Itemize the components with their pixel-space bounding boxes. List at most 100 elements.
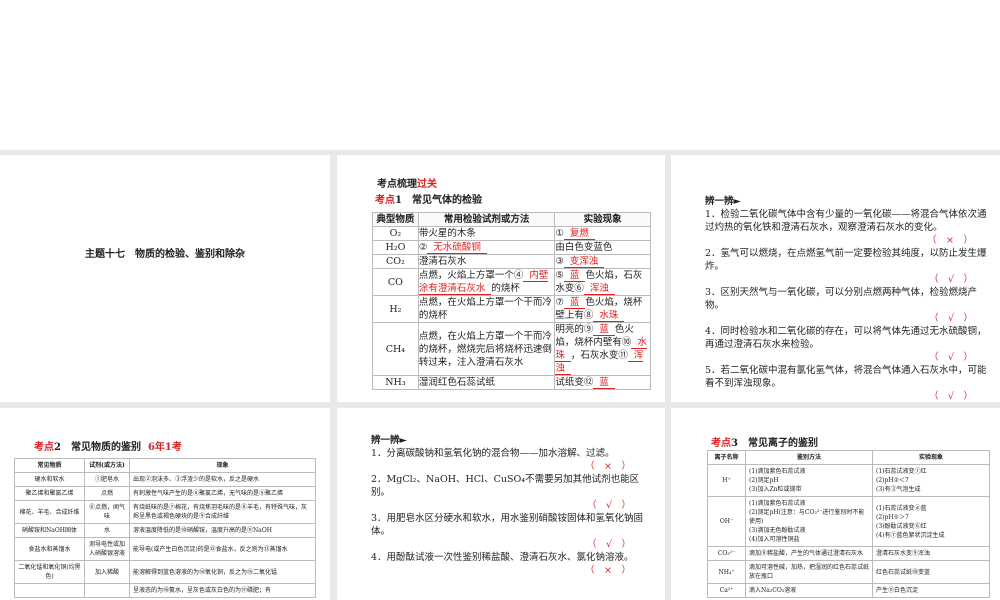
quiz-item: 2．氢气可以燃烧，在点燃氢气前一定要检验其纯度，以防止发生爆炸。 bbox=[705, 248, 987, 272]
quiz-item: 4．用酚酞试液一次性鉴别稀盐酸、澄清石灰水、氯化钠溶液。 bbox=[371, 552, 634, 563]
table-row: OH⁻ (1)滴加紫色石蕊试液 (2)测定pH(注意：与CO₃²⁻进行鉴别时不能使… bbox=[707, 496, 990, 547]
table-cell: 有烧纸味的是⑦棉花，有烧焦羽毛味的是⑧羊毛，有特殊气味，灰烬呈黑色或褐色硬块的是… bbox=[129, 500, 316, 524]
text: 蓝 bbox=[593, 324, 615, 336]
table-row: 棉花、羊毛、合成纤维 ⑥点燃，闻气味 有烧纸味的是⑦棉花，有烧焦羽毛味的是⑧羊毛，有… bbox=[14, 500, 316, 524]
text: 湿润红色石蕊试纸 bbox=[417, 375, 556, 390]
table-cell: (1)石蕊试液变①红 (2)pH②＜7 (3)有③气泡生成 bbox=[872, 464, 990, 497]
text: 点燃，在火焰上方罩一个干而冷的烧杯，燃烧完后将烧杯迅速倒转过来，注入澄清石灰水 bbox=[417, 322, 556, 376]
slide-substance-identification[interactable]: 考点2 常见物质的鉴别 6年1考 常见物质 试剂(或方法) 现象 硬水和软水 ①肥皂水… bbox=[0, 408, 330, 600]
section-heading: 考点梳理过关 bbox=[377, 175, 437, 190]
slide-quiz-1[interactable]: 辨一辨► 1．检验二氧化碳气体中含有少量的一氧化碳——将混合气体依次通过灼热的氧… bbox=[671, 155, 1000, 402]
table-row: 二氧化锰和氧化铜(均黑色) 加入稀酸 能溶解得到蓝色溶液的为⑭氧化铜，反之为⑮二氧化… bbox=[14, 560, 316, 584]
table-cell: 澄清石灰水变⑨浑浊 bbox=[872, 546, 990, 561]
text: 常见物质 bbox=[14, 458, 85, 473]
table-cell: Ca²⁺ bbox=[707, 583, 746, 598]
table-cell: (1)石蕊试液变④蓝 (2)pH⑤＞7 (3)酚酞试液变⑥红 (4)有⑦蓝色絮状… bbox=[872, 496, 990, 547]
text: NH₃ bbox=[372, 375, 419, 390]
table-cell: 硬水和软水 bbox=[14, 472, 85, 487]
table-cell: 测导电性或加入硝酸银溶液 bbox=[84, 537, 130, 561]
text: 辨一辨► bbox=[371, 435, 407, 446]
quiz-item: 3．用肥皂水区分硬水和软水，用水鉴别硝酸铵固体和氢氧化钠固体。 bbox=[371, 513, 644, 537]
table-cell: H⁺ bbox=[707, 464, 746, 497]
text: 6年1考 bbox=[147, 442, 182, 453]
text: （ √ ） bbox=[928, 391, 973, 402]
table-cell: 能溶解得到蓝色溶液的为⑭氧化铜，反之为⑮二氧化锰 bbox=[129, 560, 316, 584]
text: ，石灰水变⑪ bbox=[570, 350, 628, 361]
slide-gas-detection[interactable]: 考点梳理过关 考点1 常见气体的检验 典型物质 常用检验试剂或方法 实验现象 O₂ 带… bbox=[337, 155, 665, 402]
table-row: H₂O ② 无水硫酸铜 由白色变蓝色 bbox=[372, 240, 651, 255]
text: （ × ） bbox=[585, 461, 631, 472]
text: 2 常见物质的鉴别 bbox=[54, 442, 141, 453]
slide-grid: 主题十七 物质的检验、鉴别和除杂 考点梳理过关 考点1 常见气体的检验 典型物质… bbox=[0, 150, 1000, 600]
table-cell bbox=[84, 583, 130, 598]
text: 试纸变⑫ bbox=[555, 377, 594, 388]
text: ⑦ bbox=[555, 297, 564, 308]
table-cell: 二氧化锰和氧化铜(均黑色) bbox=[14, 560, 85, 584]
table-cell: 聚乙烯和聚氯乙烯 bbox=[14, 486, 85, 501]
text: 离子名称 bbox=[707, 450, 746, 465]
text: 鉴别方法 bbox=[745, 450, 873, 465]
text: CH₄ bbox=[372, 322, 419, 376]
text: 实验现象 bbox=[872, 450, 990, 465]
ion-table: 离子名称 鉴别方法 实验现象 H⁺ (1)滴加紫色石蕊试液 (2)测定pH (3)加入… bbox=[707, 450, 990, 598]
text: 辨一辨► bbox=[705, 196, 741, 207]
text: （ √ ） bbox=[586, 539, 631, 550]
identification-table: 常见物质 试剂(或方法) 现象 硬水和软水 ①肥皂水 出现②泡沫多、③浮渣少的是软水，反… bbox=[14, 458, 316, 598]
text: 现象 bbox=[129, 458, 316, 473]
text: （ √ ） bbox=[928, 352, 973, 363]
text: （ × ） bbox=[927, 235, 973, 246]
slide-quiz-2[interactable]: 辨一辨► 1．分离碳酸钠和氢氧化钠的混合物——加水溶解、过滤。 （ × ） 2．M… bbox=[337, 408, 665, 600]
text: H₂ bbox=[372, 295, 419, 323]
table-row: 聚乙烯和聚氯乙烯 点燃 有刺激性气味产生的是④聚氯乙烯，无气味的是⑤聚乙烯 bbox=[14, 486, 316, 501]
table-row: O₂ 带火星的木条 ① 复燃 bbox=[372, 226, 651, 241]
table-cell bbox=[14, 583, 85, 598]
quiz-item: 2．MgCl₂、NaOH、HCl、CuSO₄不需要另加其他试剂也能区别。 bbox=[371, 474, 640, 498]
slide-ion-identification[interactable]: 考点3 常见离子的鉴别 离子名称 鉴别方法 实验现象 H⁺ (1)滴加紫色石蕊试液 (… bbox=[671, 408, 1000, 600]
text: ① bbox=[555, 228, 564, 239]
text: （ √ ） bbox=[928, 274, 973, 285]
table-cell: 棉花、羊毛、合成纤维 bbox=[14, 500, 85, 524]
text: 明亮的⑨ bbox=[555, 324, 594, 335]
kd-heading: 考点2 常见物质的鉴别 6年1考 bbox=[34, 438, 182, 453]
text: 1 常见气体的检验 bbox=[395, 195, 482, 206]
table-cell: (1)滴加紫色石蕊试液 (2)测定pH(注意：与CO₃²⁻进行鉴别时不能使用) … bbox=[745, 496, 873, 547]
text: 考点 bbox=[375, 195, 395, 206]
table-cell: 水 bbox=[84, 523, 130, 538]
slide-title[interactable]: 主题十七 物质的检验、鉴别和除杂 bbox=[0, 155, 330, 402]
table-cell: 出现②泡沫多、③浮渣少的是软水，反之是硬水 bbox=[129, 472, 316, 487]
table-cell: 加入稀酸 bbox=[84, 560, 130, 584]
text: （ √ ） bbox=[928, 313, 973, 324]
quiz-item: 5．若二氧化碳中混有氯化氢气体，将混合气体通入石灰水中，可能看不到浑浊现象。 bbox=[705, 365, 987, 389]
table-cell: OH⁻ bbox=[707, 496, 746, 547]
text: 浑浊 bbox=[583, 283, 615, 295]
table-row: H⁺ (1)滴加紫色石蕊试液 (2)测定pH (3)加入Zn粒或镁带 (1)石蕊试液… bbox=[707, 464, 990, 497]
text: 蓝 bbox=[563, 270, 586, 282]
table-cell: CO₃²⁻ bbox=[707, 546, 746, 561]
text: 的烧杯 bbox=[491, 283, 520, 294]
text: 过关 bbox=[417, 179, 437, 190]
table-row: 硝酸铵和NaOH固体水溶液温度降低的是⑩硝酸铵，温度升高的是⑪NaOH bbox=[14, 523, 316, 538]
quiz-item: 1．分离碳酸钠和氢氧化钠的混合物——加水溶解、过滤。 bbox=[371, 448, 615, 459]
table-cell: 溶液温度降低的是⑩硝酸铵，温度升高的是⑪NaOH bbox=[129, 523, 316, 538]
text: 由白色变蓝色 bbox=[554, 240, 651, 255]
quiz-item: 3．区别天然气与一氧化碳，可以分别点燃两种气体，检验燃烧产物。 bbox=[705, 287, 978, 311]
table-row: 食盐水和蒸馏水 测导电性或加入硝酸银溶液 能导电(或产生白色沉淀)的是⑫食盐水，反之… bbox=[14, 537, 316, 561]
text: 点燃，在火焰上方罩一个干而冷的烧杯 bbox=[417, 295, 556, 323]
text: 考点 bbox=[711, 438, 731, 449]
table-row: CH₄ 点燃，在火焰上方罩一个干而冷的烧杯，燃烧完后将烧杯迅速倒转过来，注入澄清石… bbox=[372, 322, 651, 376]
text: 无水硫酸铜 bbox=[427, 242, 487, 254]
text: 典型物质 bbox=[372, 212, 419, 227]
table-row: CO₂ 澄清石灰水 ③ 变浑浊 bbox=[372, 254, 651, 269]
table-cell: 能导电(或产生白色沉淀)的是⑫食盐水，反之则为⑬蒸馏水 bbox=[129, 537, 316, 561]
text: 带火星的木条 bbox=[417, 226, 556, 241]
table-cell: 滴加可溶性碱，加热，把湿润的红色石蕊试纸放在瓶口 bbox=[745, 560, 873, 584]
table-row: Ca²⁺ 滴入Na₂CO₃溶液 产生⑪白色沉淀 bbox=[707, 583, 990, 598]
table-row: CO 点燃，火焰上方罩一个④ 内壁涂有澄清石灰水 的烧杯 ⑤ 蓝色火焰，石灰水变⑥ 浑浊 bbox=[372, 268, 651, 296]
text: 常用检验试剂或方法 bbox=[417, 212, 556, 227]
table-cell: 有刺激性气味产生的是④聚氯乙烯，无气味的是⑤聚乙烯 bbox=[129, 486, 316, 501]
table-row: CO₃²⁻ 滴加⑧稀盐酸，产生的气体通过澄清石灰水 澄清石灰水变⑨浑浊 bbox=[707, 546, 990, 561]
table-row: NH₃ 湿润红色石蕊试纸 试纸变⑫ 蓝 bbox=[372, 375, 651, 390]
table-cell: 硝酸铵和NaOH固体 bbox=[14, 523, 85, 538]
kd-heading: 考点3 常见离子的鉴别 bbox=[711, 434, 818, 449]
table-row: H₂ 点燃，在火焰上方罩一个干而冷的烧杯 ⑦ 蓝色火焰，烧杯壁上有⑧ 水珠 bbox=[372, 295, 651, 323]
